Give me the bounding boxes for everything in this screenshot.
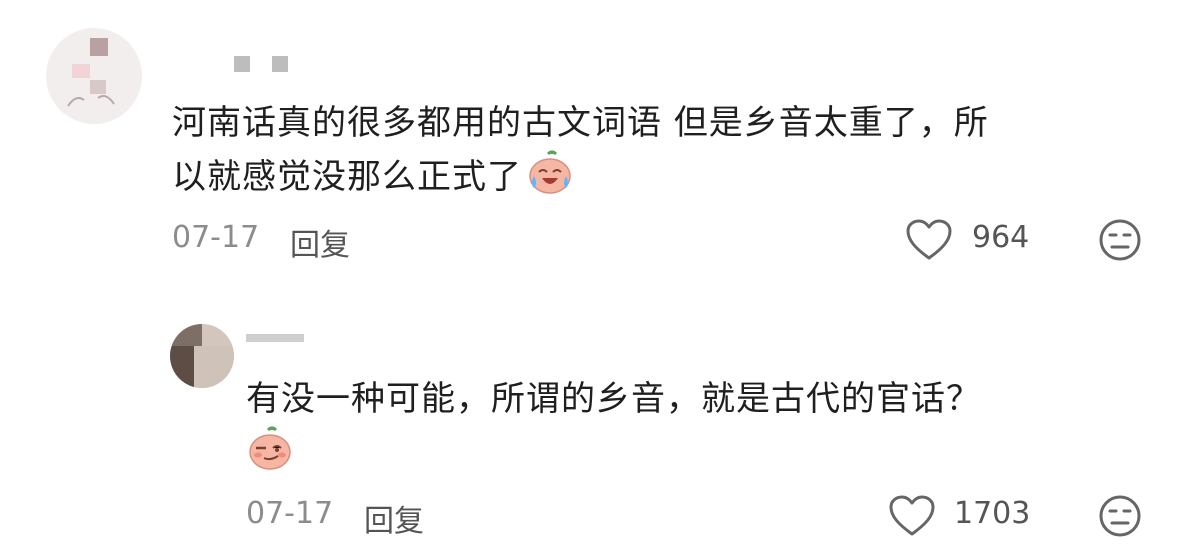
reply-button[interactable]: 回复 (364, 496, 424, 540)
reply-item: 有没一种可能，所谓的乡音，就是古代的官话？ 07-17 回复 1703 (0, 290, 1200, 560)
username-block (246, 334, 304, 342)
comment-item: 河南话真的很多都用的古文词语 但是乡音太重了，所 以就感觉没那么正式了 07-1… (0, 0, 1200, 290)
username-mosaic[interactable] (234, 56, 290, 72)
comment-date: 07-17 (246, 496, 334, 531)
avatar[interactable] (170, 324, 234, 388)
avatar-mosaic (170, 346, 194, 388)
comment-text-line (246, 424, 1166, 474)
crying-laugh-emoji-icon (526, 148, 574, 210)
username-mosaic[interactable] (246, 334, 304, 344)
comment-date: 07-17 (172, 220, 260, 255)
comment-text: 河南话真的很多都用的古文词语 但是乡音太重了，所 以就感觉没那么正式了 (172, 98, 1172, 210)
like-count: 1703 (954, 496, 1031, 531)
smirk-emoji-icon (246, 424, 294, 486)
heart-icon[interactable] (905, 218, 953, 262)
username-block (272, 56, 288, 72)
avatar-sketch (67, 95, 115, 107)
comment-text-line: 有没一种可能，所谓的乡音，就是古代的官话？ (246, 379, 981, 419)
avatar[interactable] (46, 28, 142, 124)
avatar-mosaic (170, 324, 202, 346)
meh-face-icon[interactable] (1098, 494, 1142, 538)
heart-icon[interactable] (888, 494, 936, 538)
comment-text: 有没一种可能，所谓的乡音，就是古代的官话？ (246, 374, 1166, 474)
meh-face-icon[interactable] (1098, 218, 1142, 262)
comment-text-line: 河南话真的很多都用的古文词语 但是乡音太重了，所 (172, 103, 989, 143)
avatar-mosaic (202, 324, 234, 346)
reply-button[interactable]: 回复 (290, 220, 350, 264)
like-count: 964 (972, 220, 1030, 255)
avatar-mosaic (194, 346, 234, 388)
comment-text-line: 以就感觉没那么正式了 (172, 148, 1172, 210)
username-block (234, 56, 250, 72)
